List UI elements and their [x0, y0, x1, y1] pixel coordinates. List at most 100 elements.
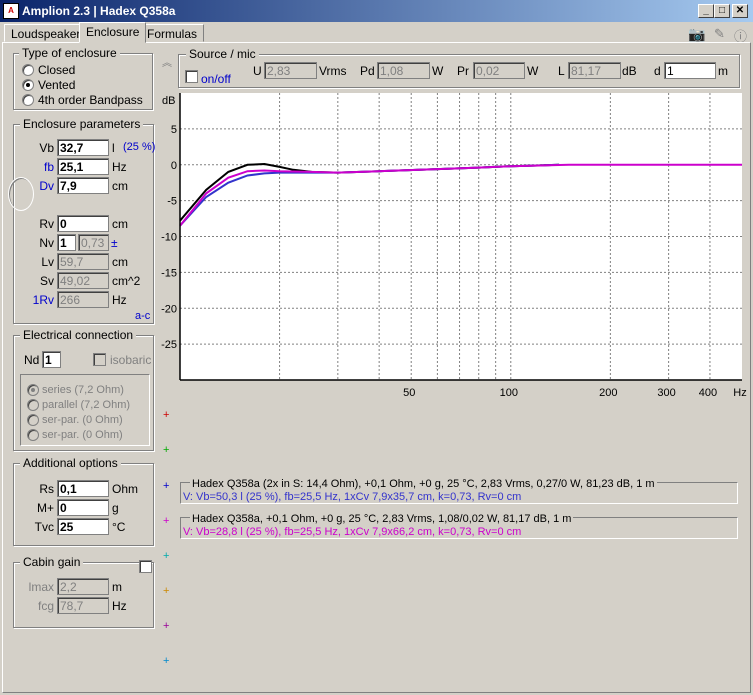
camera-icon[interactable]: 📷: [688, 26, 705, 43]
radio-parallel-label: parallel (7,2 Ohm): [42, 399, 131, 411]
curve-slot-marker[interactable]: +: [163, 409, 169, 421]
electrical-title: Electrical connection: [20, 328, 137, 342]
sv-unit: cm^2: [112, 274, 141, 288]
y-tick-label: -10: [161, 232, 177, 244]
close-button[interactable]: ✕: [732, 4, 748, 18]
radio-parallel[interactable]: [27, 399, 39, 411]
rs-unit: Ohm: [112, 482, 139, 496]
y-tick-label: 5: [171, 124, 177, 136]
curve-slot-marker[interactable]: +: [163, 444, 169, 456]
x-tick-label: 50: [403, 387, 415, 399]
fcg-input: 78,7: [57, 597, 109, 614]
l-label: L: [558, 64, 565, 78]
radio-bandpass[interactable]: [22, 94, 34, 106]
u-unit: Vrms: [319, 64, 347, 78]
l-input: 81,17: [568, 62, 621, 79]
radio-serpar-1-label: ser-par. (0 Ohm): [42, 414, 123, 426]
curve-slot-marker[interactable]: +: [163, 480, 169, 492]
onoff-label[interactable]: on/off: [201, 72, 231, 86]
curve-slot-marker[interactable]: +: [163, 550, 169, 562]
rv-label: Rv: [39, 217, 54, 231]
rv-input[interactable]: 0: [57, 215, 109, 232]
tab-enclosure[interactable]: Enclosure: [79, 22, 147, 43]
y-tick-label: -20: [161, 303, 177, 315]
cabin-group: [13, 562, 154, 628]
curve-slot-marker[interactable]: +: [163, 515, 169, 527]
u-input: 2,83: [264, 62, 317, 79]
fb-label: fb: [43, 160, 54, 174]
rv1-input: 266: [57, 291, 109, 308]
fb-input[interactable]: 25,1: [57, 158, 109, 175]
nd-input[interactable]: 1: [42, 351, 61, 368]
rv1-unit: Hz: [112, 293, 127, 307]
source-title: Source / mic: [186, 47, 259, 61]
radio-vented[interactable]: [22, 79, 34, 91]
legend-1-line1: Hadex Q358a (2x in S: 14,4 Ohm), +0,1 Oh…: [190, 478, 657, 490]
vb-input[interactable]: 32,7: [57, 139, 109, 156]
m-input[interactable]: 0: [57, 499, 109, 516]
radio-closed[interactable]: [22, 64, 34, 76]
y-tick-label: 0: [171, 160, 177, 172]
radio-serpar-2[interactable]: [27, 429, 39, 441]
dv-input[interactable]: 7,9: [57, 177, 109, 194]
rs-label: Rs: [39, 482, 54, 496]
minimize-button[interactable]: _: [698, 4, 714, 18]
tvc-input[interactable]: 25: [57, 518, 109, 535]
frequency-response-chart: 50-5-10-15-20-25dB50 100 200 300 400 Hz: [161, 93, 747, 399]
maximize-button[interactable]: □: [714, 4, 730, 18]
radio-bandpass-label[interactable]: 4th order Bandpass: [38, 93, 143, 107]
y-axis-label: dB: [162, 95, 175, 107]
amplion-app-icon[interactable]: A: [3, 3, 19, 19]
title-bar: A Amplion 2.3 | Hadex Q358a _ □ ✕: [0, 0, 753, 22]
rs-input[interactable]: 0,1: [57, 480, 109, 497]
ac-link[interactable]: a-c: [135, 310, 150, 322]
pr-unit: W: [527, 64, 539, 78]
tvc-unit: °C: [112, 520, 126, 534]
radio-serpar-1[interactable]: [27, 414, 39, 426]
x-tick-label: 300: [657, 387, 675, 399]
radio-vented-label[interactable]: Vented: [38, 78, 75, 92]
nd-label: Nd: [24, 353, 40, 367]
enclosure-params-title: Enclosure parameters: [20, 117, 144, 131]
rv1-label: 1Rv: [32, 293, 54, 307]
x-tick-label: 400: [699, 387, 717, 399]
cabin-gain-checkbox[interactable]: [139, 560, 152, 573]
d-label: d: [654, 64, 661, 78]
tab-loudspeaker[interactable]: Loudspeaker: [4, 24, 88, 42]
isobaric-label: isobaric: [110, 353, 152, 367]
radio-series[interactable]: [27, 384, 39, 396]
pin-icon[interactable]: ✎: [714, 26, 725, 42]
vb-label: Vb: [39, 141, 54, 155]
radio-closed-label[interactable]: Closed: [38, 63, 75, 77]
l-unit: dB: [622, 64, 637, 78]
d-input[interactable]: 1: [664, 62, 716, 79]
x-tick-label: 100: [500, 387, 518, 399]
pd-label: Pd: [360, 64, 375, 78]
rv-unit: cm: [112, 217, 128, 231]
legend-1-line2: V: Vb=50,3 l (25 %), fb=25,5 Hz, 1xCv 7,…: [183, 491, 522, 503]
y-tick-label: -5: [167, 196, 177, 208]
m-label: M+: [36, 501, 54, 515]
tab-formulas[interactable]: Formulas: [140, 24, 205, 42]
x-tick-label: Hz: [733, 387, 746, 399]
nv-label: Nv: [39, 236, 54, 250]
collapse-chevron-icon[interactable]: ︽: [162, 54, 172, 69]
nv-input[interactable]: 1: [57, 234, 76, 251]
isobaric-checkbox[interactable]: [93, 353, 106, 366]
legend-2-line2: V: Vb=28,8 l (25 %), fb=25,5 Hz, 1xCv 7,…: [183, 526, 522, 538]
curve-slot-marker[interactable]: +: [163, 655, 169, 667]
d-unit: m: [718, 64, 728, 78]
radio-serpar-2-label: ser-par. (0 Ohm): [42, 429, 123, 441]
additional-title: Additional options: [20, 456, 121, 470]
sv-input: 49,02: [57, 272, 109, 289]
lmax-input: 2,2: [57, 578, 109, 595]
curve-slot-marker[interactable]: +: [163, 585, 169, 597]
fcg-unit: Hz: [112, 599, 127, 613]
dv-label: Dv: [39, 179, 54, 193]
lmax-unit: m: [112, 580, 122, 594]
curve-slot-marker[interactable]: +: [163, 620, 169, 632]
lv-unit: cm: [112, 255, 128, 269]
onoff-checkbox[interactable]: [185, 70, 198, 83]
fcg-label: fcg: [37, 599, 54, 613]
y-tick-label: -15: [161, 267, 177, 279]
